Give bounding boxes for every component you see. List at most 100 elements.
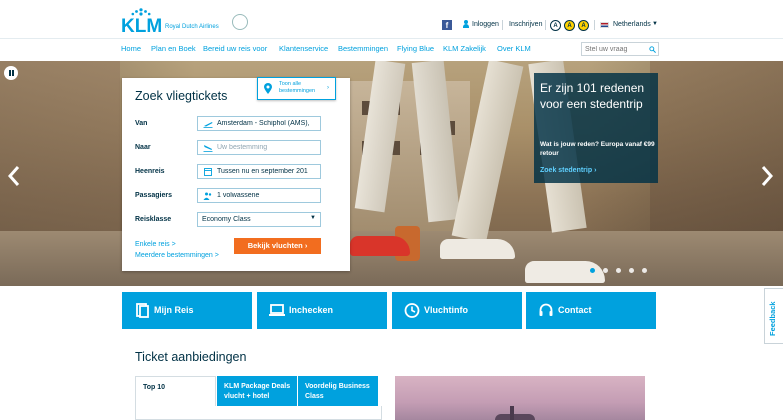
carousel-dot[interactable] (616, 268, 621, 273)
search-box (581, 42, 659, 56)
promo-link[interactable]: Zoek stedentrip › (540, 167, 596, 174)
destinations-label-line2: bestemmingen (279, 88, 316, 94)
outbound-value: Tussen nu en september 201 (217, 168, 308, 175)
chevron-right-icon: › (594, 167, 597, 174)
plane-takeoff-icon (203, 122, 213, 128)
passengers-field[interactable]: 1 volwassene (197, 188, 321, 203)
tile-contact[interactable]: Contact (526, 292, 656, 329)
tile-label: Mijn Reis (154, 305, 194, 315)
carousel-prev-arrow-icon[interactable] (8, 165, 20, 187)
outbound-date-field[interactable]: Tussen nu en september 201 (197, 164, 321, 179)
login-link[interactable]: Inloggen (463, 20, 499, 28)
logo-tagline: Royal Dutch Airlines (165, 24, 219, 30)
tab-label: Top 10 (143, 384, 166, 391)
to-placeholder: Uw bestemming (217, 144, 268, 151)
from-value: Amsterdam - Schiphol (AMS), (217, 120, 310, 127)
nav-item-klm-zakelijk[interactable]: KLM Zakelijk (443, 44, 486, 53)
carousel-dot[interactable] (590, 268, 595, 273)
tile-label: Inchecken (289, 305, 334, 315)
tile-vluchtinfo[interactable]: Vluchtinfo (392, 292, 522, 329)
flight-search-panel: Zoek vliegtickets Van Amsterdam - Schiph… (122, 78, 350, 271)
headset-icon (539, 303, 553, 316)
calendar-icon (204, 168, 212, 176)
tab-package-deals[interactable]: KLM Package Deals vlucht + hotel (217, 376, 297, 406)
carousel-dot[interactable] (642, 268, 647, 273)
class-value: Economy Class (202, 216, 251, 223)
nav-item-bestemmingen[interactable]: Bestemmingen (338, 44, 388, 53)
plane-landing-icon (203, 145, 213, 152)
from-field[interactable]: Amsterdam - Schiphol (AMS), (197, 116, 321, 131)
carousel-next-arrow-icon[interactable] (761, 165, 773, 187)
passengers-value: 1 volwassene (217, 192, 260, 199)
hero-shoe (350, 236, 410, 256)
outbound-label: Heenreis (135, 168, 165, 175)
facebook-icon[interactable]: f (442, 20, 452, 30)
show-all-destinations-button[interactable]: Toon alle bestemmingen › (257, 77, 336, 100)
tab-panel (135, 406, 382, 420)
to-field[interactable]: Uw bestemming (197, 140, 321, 155)
carousel-dot[interactable] (603, 268, 608, 273)
city-trip-promo: Er zijn 101 redenen voor een stedentrip … (534, 73, 658, 183)
promo-link-label: Zoek stedentrip (540, 167, 593, 174)
ticket-offers-title: Ticket aanbiedingen (135, 350, 247, 364)
people-icon (203, 192, 212, 200)
feedback-label: Feedback (768, 301, 777, 336)
netherlands-flag-icon (600, 22, 609, 28)
search-input[interactable] (585, 45, 645, 54)
search-flights-button[interactable]: Bekijk vluchten › (234, 238, 321, 254)
carousel-pause-button[interactable] (4, 66, 18, 80)
seal-icon (232, 14, 248, 30)
nav-item-flying-blue[interactable]: Flying Blue (397, 44, 434, 53)
passengers-label: Passagiers (135, 192, 172, 199)
laptop-icon (269, 304, 285, 316)
city-skyline (495, 414, 535, 420)
tab-business-class[interactable]: Voordelig Business Class (298, 376, 378, 406)
city-tower (510, 406, 514, 420)
chevron-down-icon: ▼ (310, 215, 316, 221)
booking-title: Zoek vliegtickets (135, 89, 228, 103)
to-label: Naar (135, 144, 151, 151)
destinations-label-line1: Toon alle (279, 81, 302, 87)
promo-title: Er zijn 101 redenen voor een stedentrip (540, 81, 645, 111)
nav-item-over-klm[interactable]: Over KLM (497, 44, 531, 53)
divider (594, 20, 595, 30)
class-select[interactable]: Economy Class ▼ (197, 212, 321, 227)
tile-label: Vluchtinfo (424, 305, 468, 315)
feedback-tab[interactable]: Feedback (764, 288, 783, 344)
contrast-button[interactable]: A (564, 20, 575, 31)
destinations-button-label: Toon alle bestemmingen (279, 81, 315, 95)
divider (502, 20, 503, 30)
nav-item-klantenservice[interactable]: Klantenservice (279, 44, 328, 53)
text-size-small-button[interactable]: A (550, 20, 561, 31)
chevron-right-icon: › (304, 241, 308, 250)
offer-image[interactable] (395, 376, 645, 420)
nav-item-home[interactable]: Home (121, 44, 141, 53)
class-label: Reisklasse (135, 216, 172, 223)
nav-item-plan-en-boek[interactable]: Plan en Boek (151, 44, 196, 53)
document-icon (136, 303, 149, 318)
one-way-link[interactable]: Enkele reis > (135, 241, 176, 248)
klm-logo[interactable]: KLM Royal Dutch Airlines (121, 8, 261, 37)
search-icon[interactable] (649, 46, 656, 53)
language-selector[interactable]: Netherlands (613, 21, 651, 28)
promo-subtitle: Wat is jouw reden? Europa vanaf €99 reto… (540, 141, 655, 157)
main-nav: Home Plan en Boek Bereid uw reis voor Kl… (0, 38, 783, 60)
tile-mijn-reis[interactable]: Mijn Reis (122, 292, 252, 329)
map-pin-icon (264, 83, 272, 94)
register-link[interactable]: Inschrijven (509, 21, 542, 28)
clock-icon (404, 303, 420, 318)
carousel-dots (590, 268, 656, 274)
tab-top-10[interactable]: Top 10 (135, 376, 216, 406)
search-flights-label: Bekijk vluchten (247, 241, 303, 250)
from-label: Van (135, 120, 148, 127)
carousel-dot[interactable] (629, 268, 634, 273)
tab-label: Voordelig Business Class (305, 383, 370, 400)
chevron-down-icon: ▼ (652, 21, 658, 27)
tile-inchecken[interactable]: Inchecken (257, 292, 387, 329)
logo-text: KLM (121, 16, 163, 37)
hero-carousel (0, 61, 783, 286)
text-size-large-button[interactable]: A (578, 20, 589, 31)
person-icon (463, 20, 469, 28)
multi-destination-link[interactable]: Meerdere bestemmingen > (135, 252, 219, 259)
nav-item-bereid-uw-reis-voor[interactable]: Bereid uw reis voor (203, 44, 267, 53)
